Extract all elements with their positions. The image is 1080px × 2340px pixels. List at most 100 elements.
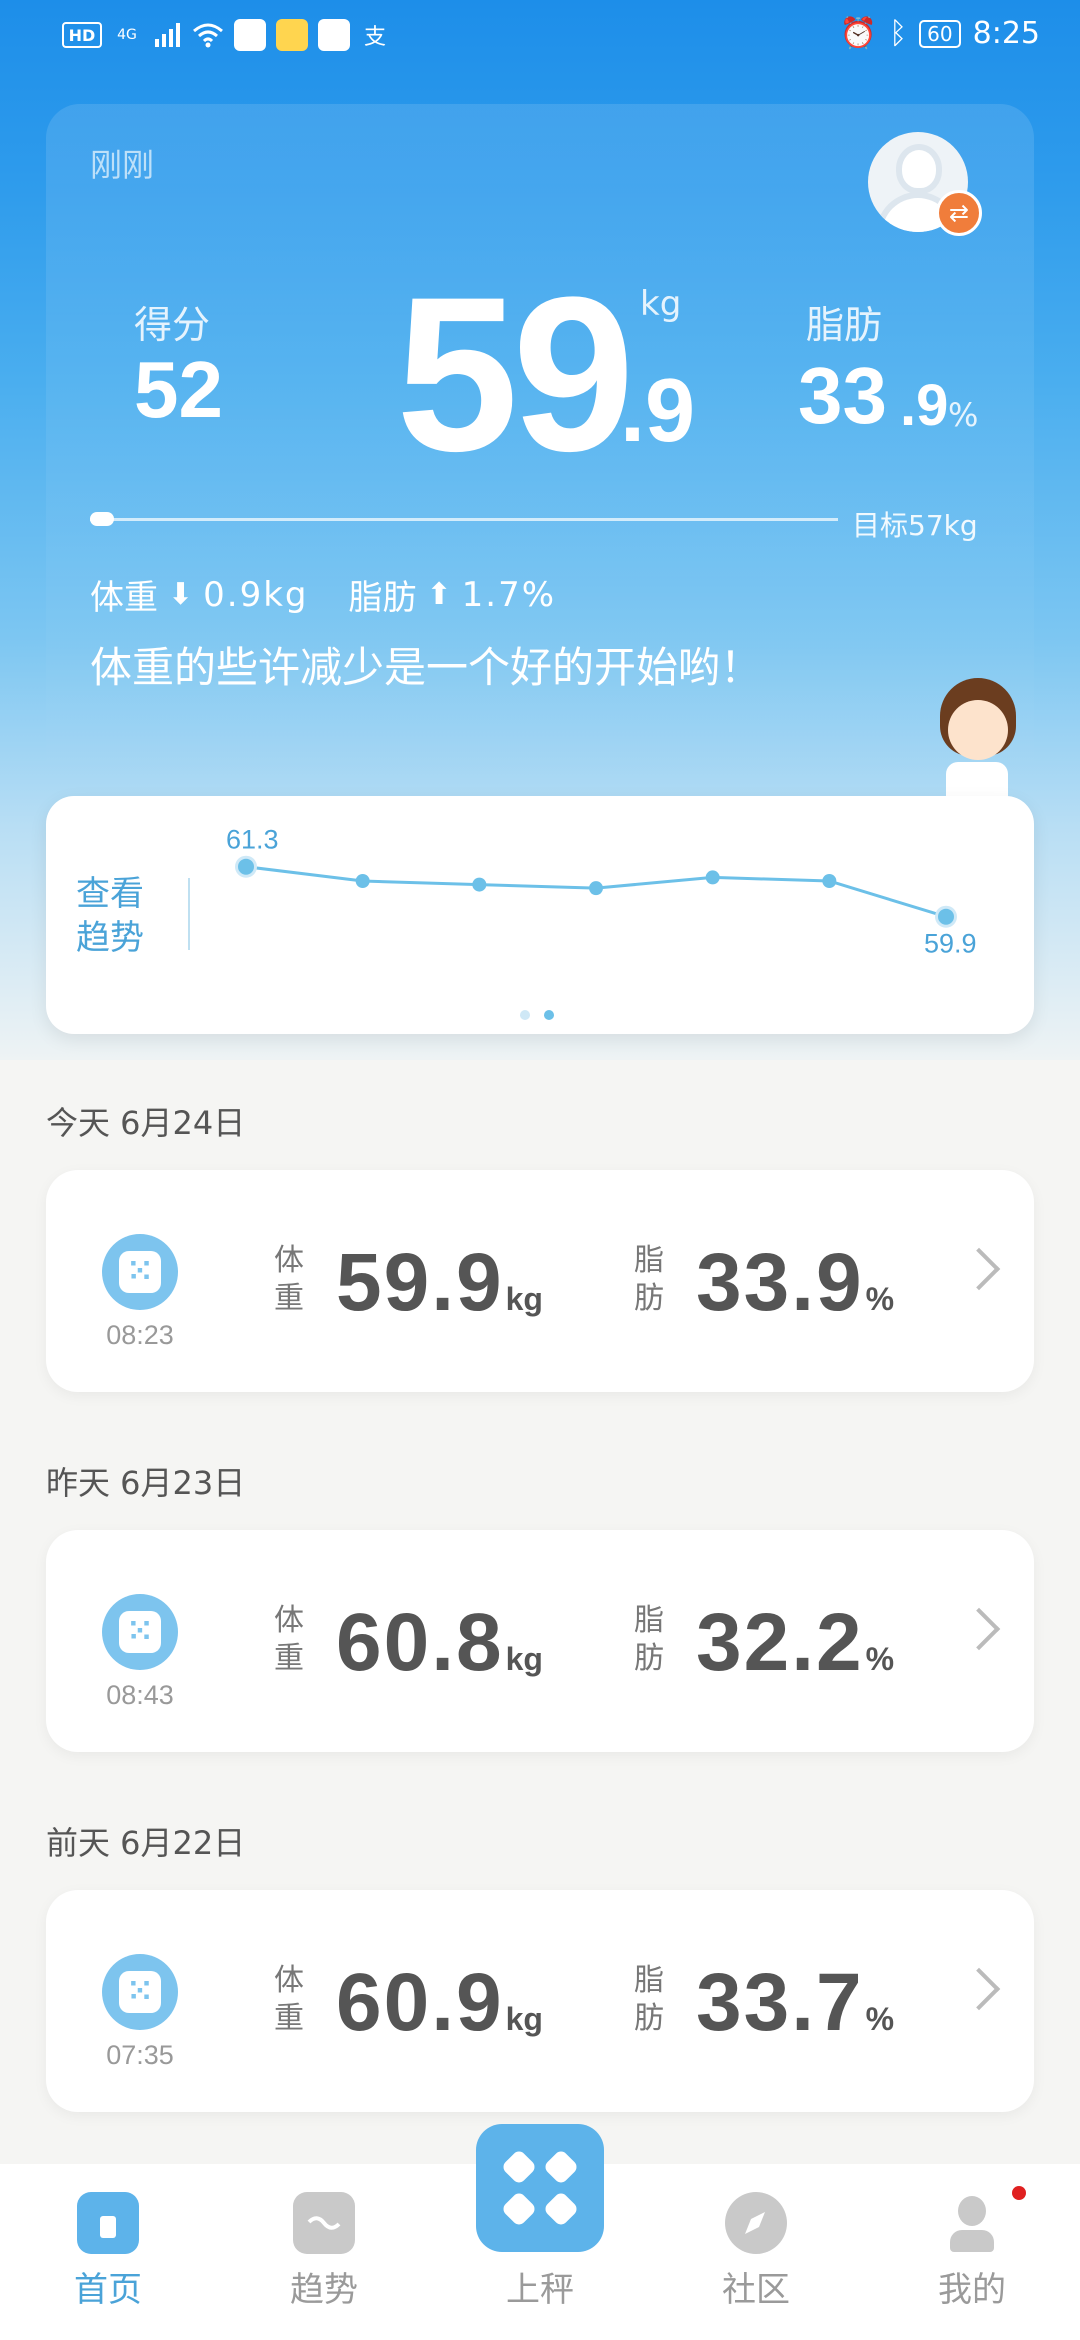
weigh-button[interactable] — [476, 2124, 604, 2252]
record-weight-unit: kg — [505, 2001, 543, 2037]
trend-last-label: 59.9 — [924, 929, 977, 959]
record-time: 08:43 — [106, 1680, 174, 1710]
record-weight-unit: kg — [505, 1281, 543, 1317]
record-time: 07:35 — [106, 2040, 174, 2070]
change-row: 体重 ⬇ 0.9kg 脂肪 ⬆ 1.7% — [90, 570, 556, 619]
scale-icon: ⁙ — [102, 1954, 178, 2030]
fat-change-label: 脂肪 — [348, 578, 417, 618]
weight-change-value: 0.9kg — [203, 574, 309, 615]
network-type: 4G — [117, 27, 137, 43]
trend-point — [472, 877, 487, 892]
record-fat-value: 33.7 — [696, 1957, 864, 2048]
weight-unit: kg — [640, 284, 682, 324]
day-label: 今天 6月24日 — [46, 1104, 246, 1142]
fat-change-value: 1.7% — [461, 574, 557, 615]
battery-icon: 60 — [919, 19, 961, 48]
weight-integer: 59 — [396, 251, 635, 497]
record-weight-label: 体重 — [274, 1603, 304, 1676]
scale-icon: ⁙ — [102, 1594, 178, 1670]
record-fat-value: 33.9 — [696, 1237, 864, 1328]
trend-point — [822, 874, 837, 888]
fat-label: 脂肪 — [806, 303, 883, 347]
record-weight: 60.9kg — [336, 1956, 543, 2050]
nav-home-label: 首页 — [74, 2270, 142, 2310]
nav-community[interactable]: 社区 — [686, 2192, 826, 2311]
alarm-icon: ⏰ — [839, 16, 878, 51]
score-value: 52 — [134, 345, 223, 434]
fat-integer: 33 — [798, 351, 887, 440]
app-notification-icon — [276, 19, 308, 51]
goal-label: 目标57kg — [852, 509, 978, 542]
record-time: 08:23 — [106, 1320, 174, 1350]
mascot-face — [948, 700, 1008, 760]
weight-change-label: 体重 — [90, 578, 158, 618]
record-weight-value: 60.9 — [336, 1957, 504, 2048]
trend-icon — [293, 2192, 355, 2254]
scale-icon: ⁙ — [102, 1234, 178, 1310]
record-card[interactable]: ⁙ 08:43 体重 60.8kg 脂肪 32.2% — [46, 1530, 1034, 1752]
person-icon — [941, 2192, 1003, 2254]
nav-mine-label: 我的 — [938, 2270, 1006, 2310]
nav-trend-label: 趋势 — [290, 2270, 358, 2310]
goal-progress-track — [90, 518, 838, 521]
signal-icon — [152, 18, 182, 52]
goal-progress-marker — [90, 512, 114, 526]
trend-card[interactable]: 查看趋势 61.3 59.9 — [46, 796, 1034, 1034]
nav-community-label: 社区 — [722, 2270, 790, 2310]
alipay-icon: 支 — [363, 25, 386, 50]
fat-unit: % — [948, 396, 979, 434]
record-fat-value: 32.2 — [696, 1597, 864, 1688]
record-card[interactable]: ⁙ 08:23 体重 59.9kg 脂肪 33.9% — [46, 1170, 1034, 1392]
trend-point — [589, 881, 603, 896]
encouragement-message: 体重的些许减少是一个好的开始哟！ — [90, 643, 763, 692]
nav-mine[interactable]: 我的 — [902, 2192, 1042, 2311]
record-fat-unit: % — [865, 1281, 895, 1317]
record-weight: 60.8kg — [336, 1596, 543, 1690]
trend-chart: 61.3 59.9 — [226, 825, 977, 959]
record-weight-label: 体重 — [274, 1963, 304, 2036]
record-weight-label: 体重 — [274, 1243, 304, 1316]
avatar-head — [902, 150, 936, 188]
app-notification-icon — [318, 19, 350, 51]
measure-time-label: 刚刚 — [90, 146, 155, 184]
status-bar: HD 4G 支 ⏰ ᛒ 60 8:25 — [0, 0, 1080, 72]
record-weight: 59.9kg — [336, 1236, 543, 1330]
chevron-right-icon[interactable] — [957, 1247, 1001, 1291]
compass-icon — [725, 2192, 787, 2254]
pager-dot — [520, 1010, 530, 1020]
scale-icon — [503, 2151, 577, 2225]
home-icon — [77, 2192, 139, 2254]
arrow-down-icon: ⬇ — [168, 577, 194, 612]
chevron-right-icon[interactable] — [957, 1607, 1001, 1651]
switch-user-icon[interactable]: ⇄ — [936, 190, 982, 236]
trend-first-label: 61.3 — [226, 825, 279, 855]
record-fat-label: 脂肪 — [634, 1243, 664, 1316]
record-fat-label: 脂肪 — [634, 1603, 664, 1676]
record-fat: 33.9% — [696, 1236, 894, 1330]
wifi-icon — [192, 18, 224, 52]
score-label: 得分 — [134, 303, 211, 347]
weight-decimal: .9 — [620, 361, 696, 461]
record-card[interactable]: ⁙ 07:35 体重 60.9kg 脂肪 33.7% — [46, 1890, 1034, 2112]
trend-point — [238, 858, 254, 875]
nav-trend[interactable]: 趋势 — [254, 2192, 394, 2311]
record-fat-unit: % — [865, 2001, 895, 2037]
day-label: 昨天 6月23日 — [46, 1464, 246, 1502]
summary-card: 刚刚 ⇄ 得分 52 59 .9 kg 脂肪 33 .9 % 目标57kg 体重… — [46, 104, 1034, 856]
trend-point — [938, 908, 954, 925]
fat-decimal: .9 — [900, 373, 949, 438]
nav-home[interactable]: 首页 — [38, 2192, 178, 2311]
trend-point — [355, 874, 370, 888]
record-weight-unit: kg — [505, 1641, 543, 1677]
notification-dot — [1012, 2186, 1026, 2200]
arrow-up-icon: ⬆ — [426, 577, 452, 612]
chevron-right-icon[interactable] — [957, 1967, 1001, 2011]
day-label: 前天 6月22日 — [46, 1824, 246, 1862]
bluetooth-icon: ᛒ — [889, 16, 908, 51]
pager-dot-active — [544, 1010, 554, 1020]
record-fat-unit: % — [865, 1641, 895, 1677]
scale-icon-inner: ⁙ — [119, 1611, 161, 1653]
record-fat: 33.7% — [696, 1956, 894, 2050]
scale-icon-inner: ⁙ — [119, 1971, 161, 2013]
nav-weigh-label[interactable]: 上秤 — [460, 2262, 620, 2311]
